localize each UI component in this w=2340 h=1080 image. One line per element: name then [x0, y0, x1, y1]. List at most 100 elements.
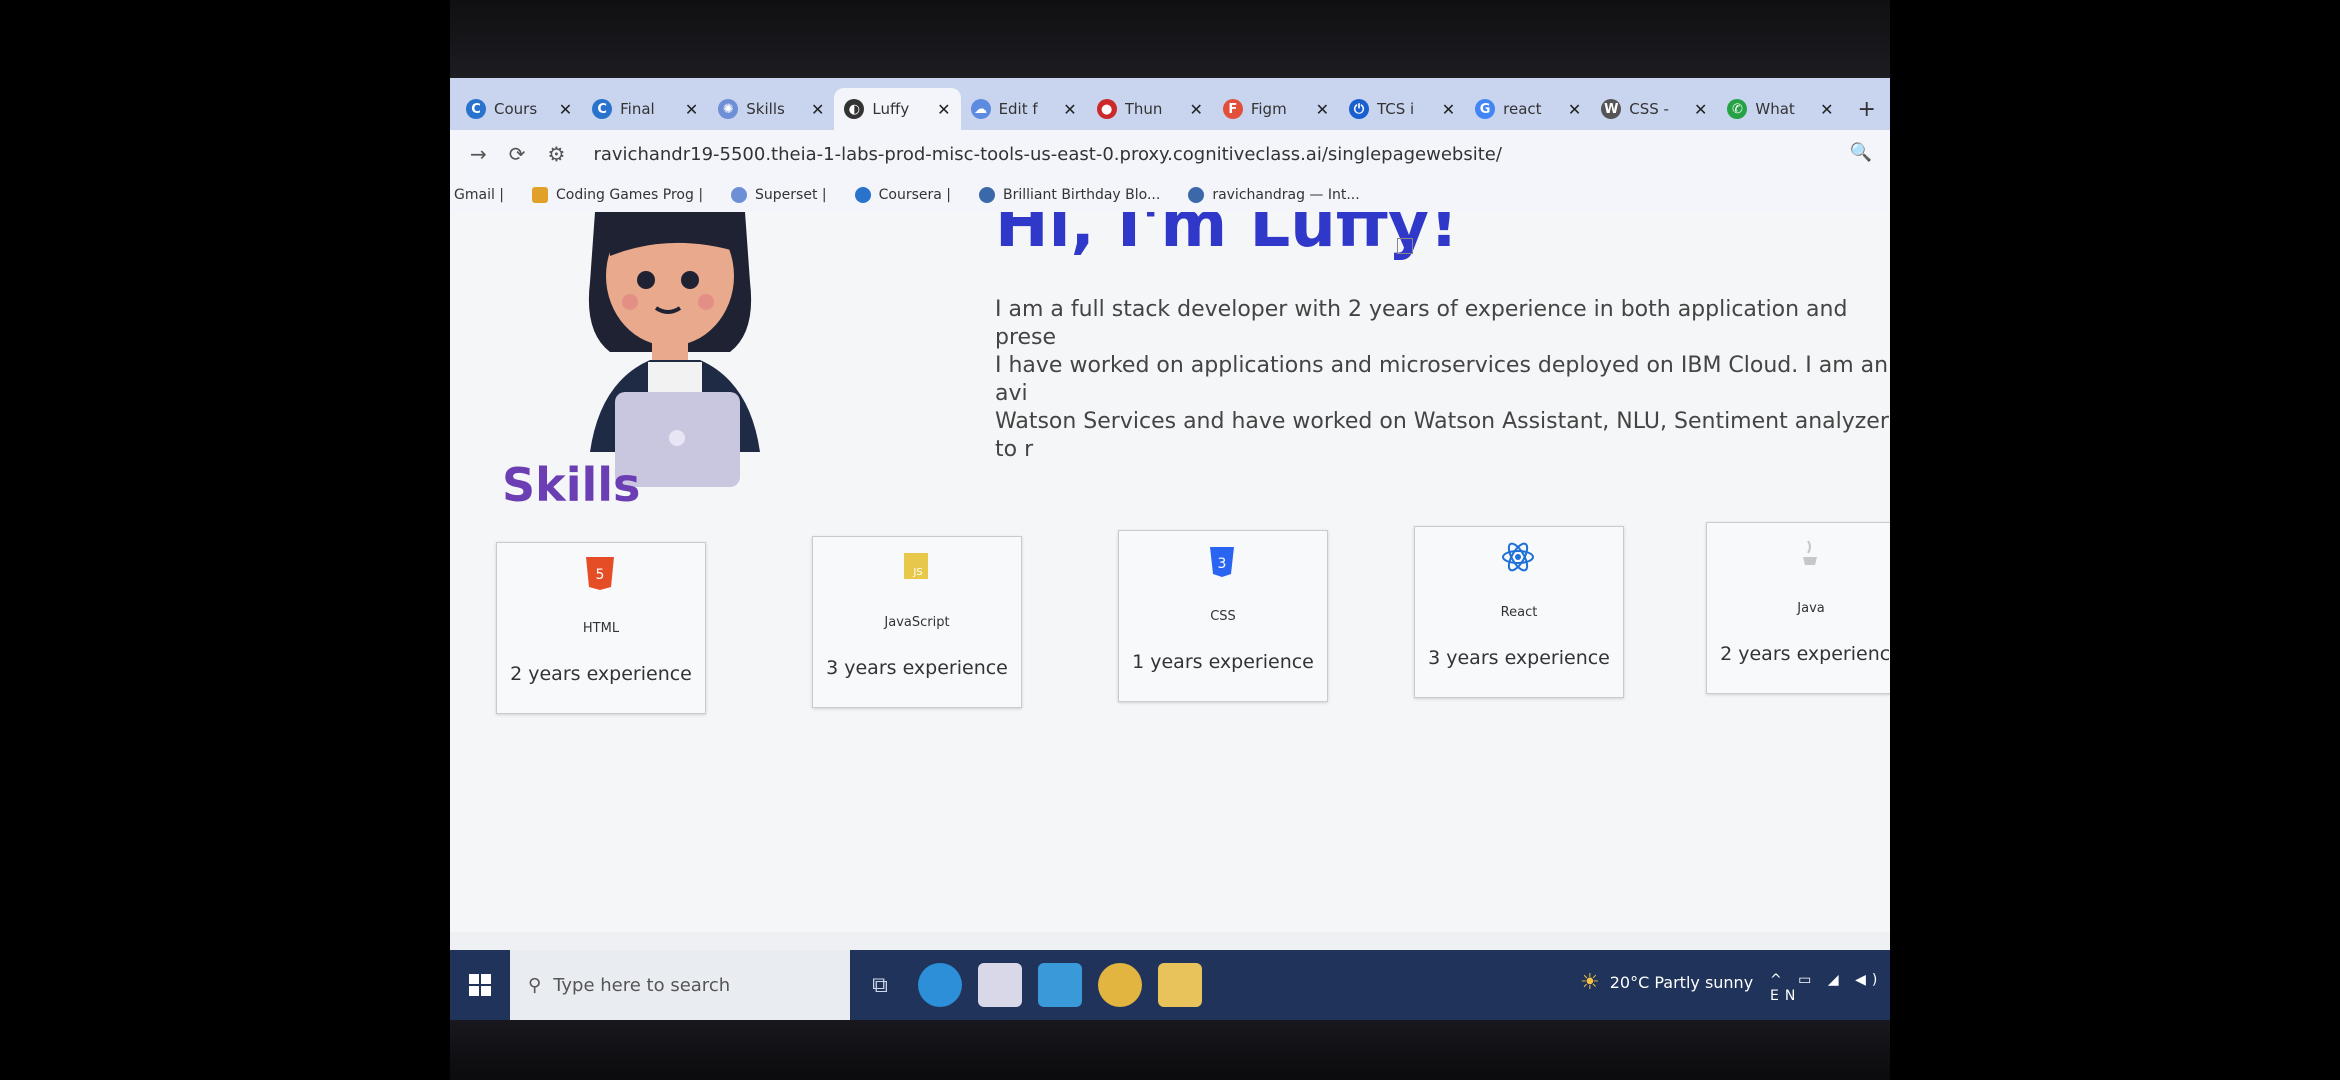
tab[interactable]: W CSS - ✕ [1591, 88, 1717, 130]
close-icon[interactable]: ✕ [1694, 100, 1707, 119]
tab-title: Luffy [872, 100, 910, 118]
bookmark-item[interactable]: Gmail | [454, 187, 504, 203]
figma-icon: F [1222, 99, 1243, 119]
system-tray[interactable]: ^ ▭ ◢ ◀) EN [1770, 972, 1890, 1004]
skill-experience: 2 years experience [510, 663, 692, 685]
address-bar[interactable]: ravichandr19-5500.theia-1-labs-prod-misc… [593, 144, 1501, 165]
broken-image-icon [1397, 238, 1413, 254]
tab-title: Skills [746, 100, 785, 118]
taskbar-search[interactable]: ⚲ Type here to search [510, 950, 850, 1020]
close-icon[interactable]: ✕ [1568, 100, 1581, 119]
svg-text:5: 5 [596, 567, 605, 583]
weather-text: 20°C Partly sunny [1609, 973, 1754, 992]
skills-heading: Skills [502, 458, 641, 512]
edge-icon[interactable] [918, 963, 962, 1007]
bookmark-label: ravichandrag — Int... [1212, 187, 1360, 203]
bookmark-label: Superset | [755, 187, 827, 203]
close-icon[interactable]: ✕ [1820, 100, 1833, 119]
skill-experience: 3 years experience [826, 657, 1008, 679]
tab[interactable]: ☁ Edit f ✕ [961, 88, 1087, 130]
cloud-icon: ☁ [970, 99, 991, 119]
skill-experience: 2 years experience [1720, 643, 1890, 665]
new-tab-button[interactable]: + [1844, 97, 1890, 130]
site-info-icon[interactable]: ⚙ [548, 142, 566, 166]
tab-title: Thun [1124, 100, 1163, 118]
store-icon[interactable] [978, 963, 1022, 1007]
weather-widget[interactable]: ☀ 20°C Partly sunny [1580, 970, 1753, 995]
coursera-icon: C [466, 99, 486, 119]
html5-icon: 5 [586, 557, 614, 590]
file-explorer-icon[interactable] [1158, 963, 1202, 1007]
reload-icon[interactable]: ⟳ [509, 142, 526, 166]
gear-icon: ✺ [718, 99, 739, 119]
javascript-icon: JS [904, 553, 928, 579]
css3-icon: 3 [1210, 547, 1234, 577]
bookmarks-bar: Gmail | Coding Games Prog | Superset | C… [450, 178, 1890, 212]
close-icon[interactable]: ✕ [1189, 100, 1202, 119]
tab[interactable]: C Final ✕ [582, 88, 708, 130]
windows-taskbar: ⚲ Type here to search ⧉ ☀ 20°C Partly su… [450, 950, 1890, 1020]
tab-title: Figm [1250, 100, 1287, 118]
tab[interactable]: ✺ Skills ✕ [708, 88, 834, 130]
bookmark-label: Coursera | [878, 187, 952, 203]
tab-title: Cours [494, 100, 538, 118]
skill-card-html: 5 HTML 2 years experience [496, 542, 706, 714]
close-icon[interactable]: ✕ [1442, 100, 1455, 119]
web-page: Hi, I'm Luffy! I am a full stack develop… [450, 212, 1890, 932]
wordpress-icon [979, 187, 996, 203]
bookmark-item[interactable]: Coursera | [854, 187, 952, 203]
mail-icon[interactable] [1038, 963, 1082, 1007]
tab-title: Edit f [998, 100, 1038, 118]
power-icon: ⏻ [1348, 99, 1369, 119]
hero-title: Hi, I'm Luffy! [995, 212, 1459, 262]
close-icon[interactable]: ✕ [685, 100, 698, 119]
close-icon[interactable]: ✕ [937, 100, 950, 119]
tab-active[interactable]: ◐ Luffy ✕ [834, 88, 961, 130]
forward-icon[interactable]: → [470, 142, 487, 166]
svg-text:3: 3 [1218, 556, 1227, 572]
chrome-icon[interactable] [1098, 963, 1142, 1007]
tab-title: CSS - [1629, 100, 1669, 118]
wordpress-icon [1188, 187, 1205, 203]
tab-title: What [1755, 100, 1795, 118]
bookmark-item[interactable]: Superset | [731, 187, 827, 203]
close-icon[interactable]: ✕ [811, 100, 824, 119]
browser-toolbar: → ⟳ ⚙ ravichandr19-5500.theia-1-labs-pro… [450, 130, 1890, 178]
close-icon[interactable]: ✕ [1063, 100, 1076, 119]
start-button[interactable] [450, 950, 510, 1020]
close-icon[interactable]: ✕ [1316, 100, 1329, 119]
task-view-icon[interactable]: ⧉ [858, 963, 902, 1007]
svg-text:JS: JS [912, 567, 922, 578]
skill-card-react: React 3 years experience [1414, 526, 1624, 698]
windows-icon [469, 974, 491, 996]
tab[interactable]: ✆ What ✕ [1717, 88, 1843, 130]
tab[interactable]: ⏻ TCS i ✕ [1339, 88, 1465, 130]
skill-name: Java [1797, 601, 1825, 616]
close-icon[interactable]: ✕ [559, 100, 572, 119]
skill-name: CSS [1210, 609, 1236, 624]
skill-card-javascript: JS JavaScript 3 years experience [812, 536, 1022, 708]
tab-title: Final [620, 100, 655, 118]
java-icon [1803, 540, 1817, 565]
bookmark-item[interactable]: Brilliant Birthday Blo... [979, 187, 1160, 203]
bookmark-label: Gmail | [454, 187, 505, 203]
bookmark-item[interactable]: Coding Games Prog | [532, 187, 703, 203]
bookmark-item[interactable]: ravichandrag — Int... [1188, 187, 1360, 203]
tab[interactable]: G react ✕ [1465, 88, 1591, 130]
bookmark-icon [532, 187, 549, 203]
search-placeholder: Type here to search [553, 974, 731, 996]
tab[interactable]: ● Thun ✕ [1087, 88, 1213, 130]
zoom-icon[interactable]: 🔍 [1850, 142, 1872, 163]
skill-name: JavaScript [884, 615, 950, 630]
bookmark-label: Coding Games Prog | [556, 187, 704, 203]
skill-name: React [1500, 605, 1538, 620]
coursera-icon [854, 187, 871, 203]
google-icon: G [1475, 99, 1496, 119]
tab[interactable]: F Figm ✕ [1213, 88, 1339, 130]
hero-intro: I am a full stack developer with 2 years… [995, 297, 1889, 462]
react-icon [1502, 542, 1534, 572]
tab[interactable]: C Cours ✕ [456, 88, 582, 130]
sun-cloud-icon: ☀ [1580, 970, 1600, 995]
laptop-bezel-top [450, 0, 1890, 80]
skill-card-css: 3 CSS 1 years experience [1118, 530, 1328, 702]
